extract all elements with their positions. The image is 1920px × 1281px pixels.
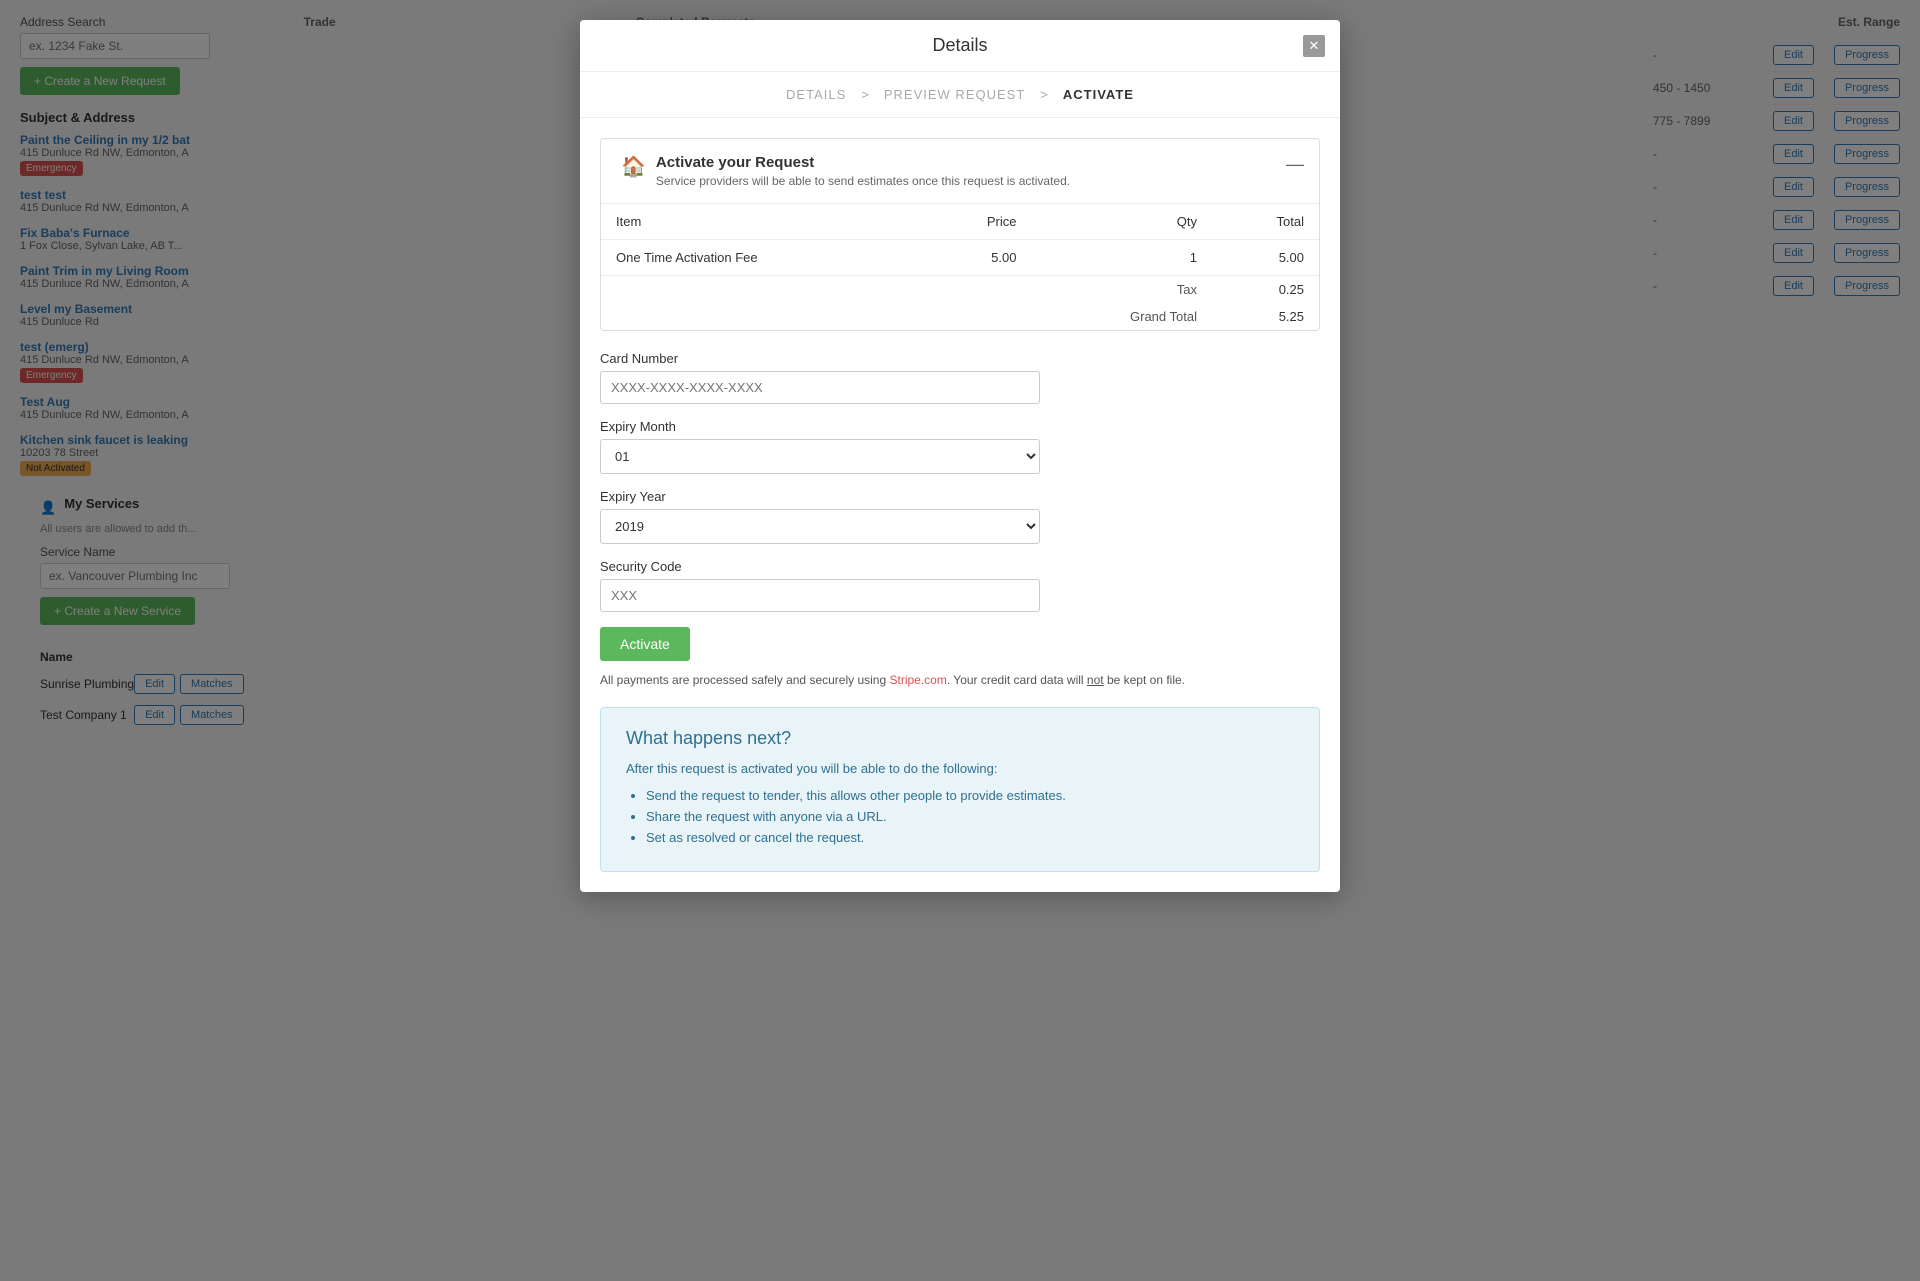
stripe-link[interactable]: Stripe.com	[889, 673, 946, 687]
what-next-item: Share the request with anyone via a URL.	[646, 809, 1294, 824]
activate-subtitle: Service providers will be able to send e…	[656, 174, 1070, 188]
grand-total-value: 5.25	[1212, 303, 1319, 330]
what-next-title: What happens next?	[626, 728, 1294, 749]
details-modal: Details ✕ DETAILS > PREVIEW REQUEST > AC…	[580, 20, 1340, 892]
modal-body: 🏠 Activate your Request Service provider…	[580, 118, 1340, 892]
modal-close-button[interactable]: ✕	[1303, 35, 1325, 57]
what-next-subtitle: After this request is activated you will…	[626, 761, 1294, 776]
tax-row: Tax 0.25	[601, 276, 1319, 304]
table-row: One Time Activation Fee 5.00 1 5.00	[601, 240, 1319, 276]
what-next-item: Send the request to tender, this allows …	[646, 788, 1294, 803]
activate-title: Activate your Request	[656, 154, 1070, 171]
collapse-button[interactable]: —	[1286, 154, 1304, 175]
what-next-list: Send the request to tender, this allows …	[626, 788, 1294, 845]
total-col-header: Total	[1212, 204, 1319, 240]
expiry-month-label: Expiry Month	[600, 419, 1320, 434]
security-code-group: Security Code	[600, 559, 1320, 612]
payment-note: All payments are processed safely and se…	[600, 673, 1320, 687]
what-happens-next-box: What happens next? After this request is…	[600, 707, 1320, 872]
tax-label: Tax	[1031, 276, 1212, 304]
tax-value: 0.25	[1212, 276, 1319, 304]
qty-col-header: Qty	[1031, 204, 1212, 240]
step-preview-request[interactable]: PREVIEW REQUEST	[884, 87, 1025, 102]
security-code-label: Security Code	[600, 559, 1320, 574]
payment-note-post: . Your credit card data will	[947, 673, 1087, 687]
item-total: 5.00	[1212, 240, 1319, 276]
security-code-input[interactable]	[600, 579, 1040, 612]
expiry-year-label: Expiry Year	[600, 489, 1320, 504]
item-qty: 1	[1031, 240, 1212, 276]
modal-title: Details	[932, 35, 987, 55]
card-number-label: Card Number	[600, 351, 1320, 366]
step-arrow-2: >	[1040, 87, 1048, 102]
expiry-year-select[interactable]: 2019 2020 2021 2022 2023 2024 2025	[600, 509, 1040, 544]
item-price: 5.00	[920, 240, 1031, 276]
house-icon: 🏠	[621, 154, 646, 179]
step-details[interactable]: DETAILS	[786, 87, 846, 102]
stepper: DETAILS > PREVIEW REQUEST > ACTIVATE	[580, 72, 1340, 118]
item-col-header: Item	[601, 204, 920, 240]
modal-overlay: Details ✕ DETAILS > PREVIEW REQUEST > AC…	[0, 0, 1920, 1281]
expiry-month-group: Expiry Month 01 02 03 04 05 06 07 08 09 …	[600, 419, 1320, 474]
step-arrow-1: >	[861, 87, 869, 102]
items-table: Item Price Qty Total One Time Activation…	[601, 204, 1319, 330]
modal-header: Details ✕	[580, 20, 1340, 72]
not-text: not	[1087, 673, 1104, 687]
activate-submit-button[interactable]: Activate	[600, 627, 690, 661]
payment-note-pre: All payments are processed safely and se…	[600, 673, 889, 687]
payment-note-end: be kept on file.	[1104, 673, 1185, 687]
activate-header: 🏠 Activate your Request Service provider…	[601, 139, 1319, 204]
what-next-item: Set as resolved or cancel the request.	[646, 830, 1294, 845]
price-col-header: Price	[920, 204, 1031, 240]
card-number-input[interactable]	[600, 371, 1040, 404]
payment-form: Card Number Expiry Month 01 02 03 04 05 …	[600, 351, 1320, 687]
expiry-year-group: Expiry Year 2019 2020 2021 2022 2023 202…	[600, 489, 1320, 544]
grand-total-label: Grand Total	[1031, 303, 1212, 330]
step-activate[interactable]: ACTIVATE	[1063, 87, 1134, 102]
grand-total-row: Grand Total 5.25	[601, 303, 1319, 330]
activate-section: 🏠 Activate your Request Service provider…	[600, 138, 1320, 331]
expiry-month-select[interactable]: 01 02 03 04 05 06 07 08 09 10 11 12	[600, 439, 1040, 474]
item-name: One Time Activation Fee	[601, 240, 920, 276]
card-number-group: Card Number	[600, 351, 1320, 404]
